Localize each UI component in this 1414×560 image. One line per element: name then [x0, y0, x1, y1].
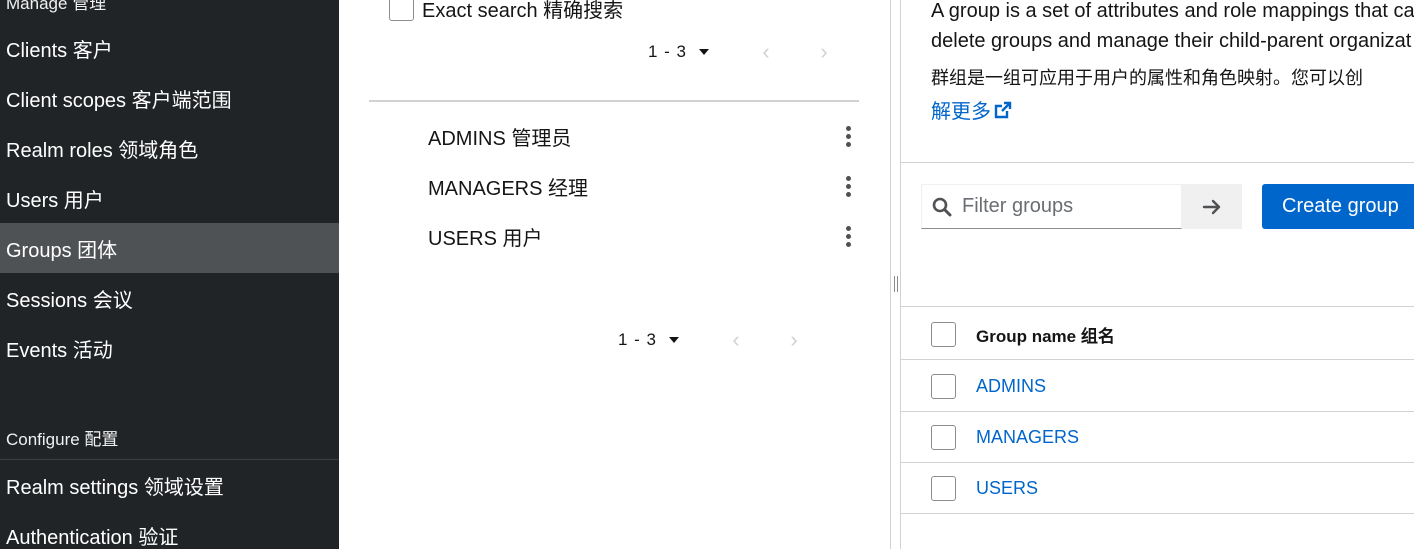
row-checkbox[interactable] — [931, 373, 956, 399]
learn-more-link[interactable]: 解更多 — [931, 95, 1013, 124]
tree-pagination-top: 1 - 3 ‹ › — [648, 39, 833, 64]
chevron-down-icon[interactable] — [669, 337, 680, 343]
sidebar-item-authentication[interactable]: Authentication 验证 — [0, 510, 339, 560]
sidebar-item-groups[interactable]: Groups 团体 — [0, 223, 339, 273]
prev-page-icon[interactable]: ‹ — [727, 327, 745, 352]
sidebar-item-sessions[interactable]: Sessions 会议 — [0, 273, 339, 323]
table-row: USERS — [901, 463, 1414, 514]
table-row: ADMINS — [901, 361, 1414, 412]
sidebar-item-events[interactable]: Events 活动 — [0, 323, 339, 373]
table-row: MANAGERS — [901, 412, 1414, 463]
tree-item-users[interactable]: USERS 用户 — [428, 216, 858, 256]
tree-item-admins[interactable]: ADMINS 管理员 — [428, 116, 858, 156]
next-page-icon[interactable]: › — [785, 327, 803, 352]
groups-panel: A group is a set of attributes and role … — [901, 0, 1414, 549]
chevron-down-icon[interactable] — [699, 49, 710, 55]
arrow-right-icon — [1202, 199, 1221, 214]
next-page-icon[interactable]: › — [815, 39, 833, 64]
column-header-group-name[interactable]: Group name 组名 — [976, 322, 1115, 347]
toolbar-divider — [901, 306, 1414, 307]
drag-handle-icon[interactable] — [894, 276, 898, 292]
pagination-range: 1 - 3 — [618, 330, 658, 349]
group-link[interactable]: USERS — [976, 478, 1038, 499]
groups-description: A group is a set of attributes and role … — [931, 0, 1414, 52]
pagination-range: 1 - 3 — [648, 42, 688, 61]
table-header: Group name 组名 — [901, 310, 1414, 360]
filter-groups-input[interactable] — [962, 195, 1162, 218]
exact-search-checkbox[interactable] — [389, 0, 414, 21]
row-checkbox[interactable] — [931, 424, 956, 450]
external-link-icon — [994, 101, 1012, 118]
nav-section-configure: Configure 配置 — [6, 430, 119, 449]
sidebar-item-users[interactable]: Users 用户 — [0, 173, 339, 223]
sidebar-item-realm-roles[interactable]: Realm roles 领域角色 — [0, 123, 339, 173]
group-link[interactable]: MANAGERS — [976, 427, 1079, 448]
tree-item-label: USERS 用户 — [428, 227, 543, 250]
group-link[interactable]: ADMINS — [976, 376, 1046, 397]
select-all-checkbox[interactable] — [931, 322, 956, 347]
tree-item-managers[interactable]: MANAGERS 经理 — [428, 166, 858, 206]
search-icon — [922, 197, 962, 217]
kebab-menu-icon[interactable] — [838, 125, 858, 147]
sidebar-item-clients[interactable]: Clients 客户 — [0, 23, 339, 73]
section-divider — [901, 162, 1414, 163]
sidebar-item-client-scopes[interactable]: Client scopes 客户端范围 — [0, 73, 339, 123]
exact-search-label: Exact search 精确搜索 — [422, 0, 624, 22]
tree-divider — [369, 100, 859, 102]
row-checkbox[interactable] — [931, 475, 956, 501]
groups-description-zh: 群组是一组可应用于用户的属性和角色映射。您可以创 — [931, 68, 1363, 88]
tree-item-label: ADMINS 管理员 — [428, 127, 572, 150]
nav-section-manage: Manage 管理 — [6, 0, 107, 13]
create-group-button[interactable]: Create group — [1262, 184, 1414, 229]
tree-item-label: MANAGERS 经理 — [428, 177, 589, 200]
panel-splitter[interactable] — [890, 0, 901, 549]
group-tree-panel: Exact search 精确搜索 1 - 3 ‹ › ADMINS 管理员 M… — [339, 0, 890, 549]
filter-groups-search[interactable] — [921, 184, 1182, 229]
sidebar-item-realm-settings[interactable]: Realm settings 领域设置 — [0, 460, 339, 510]
exact-search-toggle[interactable]: Exact search 精确搜索 — [389, 0, 623, 23]
sidebar: Manage 管理 Clients 客户 Client scopes 客户端范围… — [0, 0, 339, 549]
kebab-menu-icon[interactable] — [838, 225, 858, 247]
prev-page-icon[interactable]: ‹ — [757, 39, 775, 64]
search-submit-button[interactable] — [1182, 184, 1242, 229]
kebab-menu-icon[interactable] — [838, 175, 858, 197]
tree-pagination-bottom: 1 - 3 ‹ › — [618, 327, 803, 352]
